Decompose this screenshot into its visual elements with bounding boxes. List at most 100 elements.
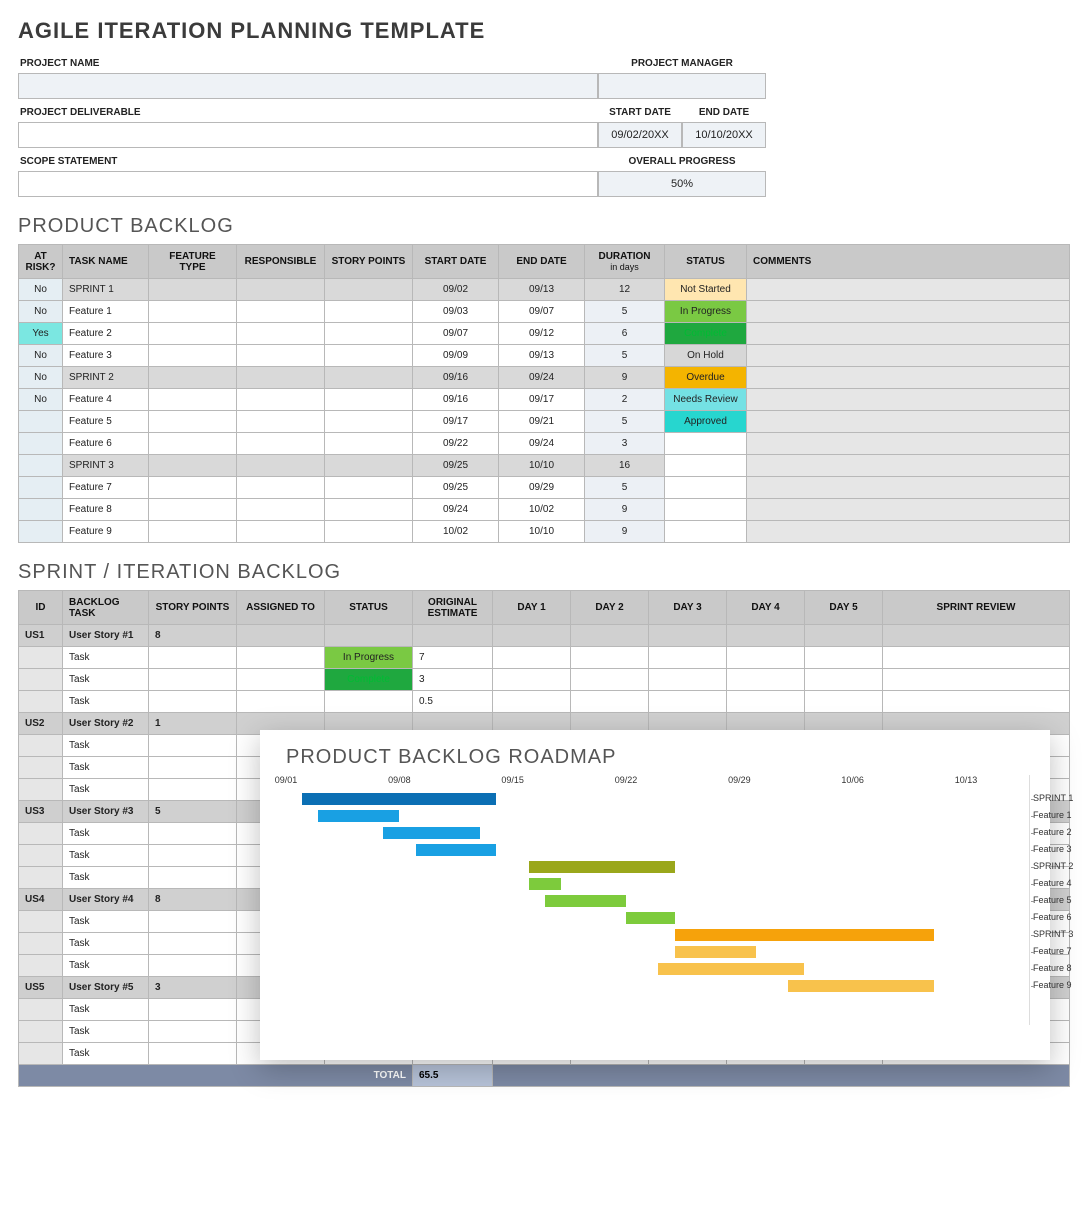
cell-responsible[interactable] <box>237 411 325 433</box>
cell-task-name[interactable]: SPRINT 1 <box>63 279 149 301</box>
cell-end-date[interactable]: 10/10 <box>499 455 585 477</box>
cell-comments[interactable] <box>747 477 1070 499</box>
cell-story-points[interactable]: 3 <box>149 977 237 999</box>
cell-story-points[interactable] <box>149 1021 237 1043</box>
cell-responsible[interactable] <box>237 367 325 389</box>
cell-backlog-task[interactable]: Task <box>63 867 149 889</box>
cell-task-name[interactable]: Feature 4 <box>63 389 149 411</box>
cell-start-date[interactable]: 09/09 <box>413 345 499 367</box>
cell-responsible[interactable] <box>237 477 325 499</box>
cell-story-points[interactable] <box>149 933 237 955</box>
cell-assigned-to[interactable] <box>237 625 325 647</box>
cell-day4[interactable] <box>727 647 805 669</box>
input-end-date[interactable]: 10/10/20XX <box>682 122 766 148</box>
cell-story-points[interactable] <box>149 669 237 691</box>
cell-story-points[interactable] <box>149 735 237 757</box>
cell-story-points[interactable] <box>149 867 237 889</box>
cell-story-points[interactable]: 8 <box>149 625 237 647</box>
cell-assigned-to[interactable] <box>237 647 325 669</box>
cell-task-name[interactable]: Feature 9 <box>63 521 149 543</box>
cell-story-points[interactable] <box>149 823 237 845</box>
cell-start-date[interactable]: 09/03 <box>413 301 499 323</box>
cell-backlog-task[interactable]: User Story #3 <box>63 801 149 823</box>
cell-backlog-task[interactable]: Task <box>63 823 149 845</box>
cell-at-risk[interactable] <box>19 499 63 521</box>
cell-end-date[interactable]: 09/24 <box>499 367 585 389</box>
cell-start-date[interactable]: 09/07 <box>413 323 499 345</box>
cell-original-estimate[interactable]: 3 <box>413 669 493 691</box>
cell-backlog-task[interactable]: Task <box>63 1021 149 1043</box>
cell-start-date[interactable]: 09/16 <box>413 389 499 411</box>
cell-at-risk[interactable] <box>19 433 63 455</box>
cell-feature-type[interactable] <box>149 345 237 367</box>
cell-end-date[interactable]: 09/13 <box>499 279 585 301</box>
cell-end-date[interactable]: 09/29 <box>499 477 585 499</box>
cell-start-date[interactable]: 09/16 <box>413 367 499 389</box>
cell-day3[interactable] <box>649 625 727 647</box>
cell-responsible[interactable] <box>237 499 325 521</box>
cell-end-date[interactable]: 09/12 <box>499 323 585 345</box>
cell-comments[interactable] <box>747 279 1070 301</box>
cell-day1[interactable] <box>493 625 571 647</box>
cell-backlog-task[interactable]: Task <box>63 1043 149 1065</box>
cell-responsible[interactable] <box>237 279 325 301</box>
cell-story-points[interactable] <box>325 345 413 367</box>
cell-task-name[interactable]: SPRINT 2 <box>63 367 149 389</box>
cell-original-estimate[interactable]: 0.5 <box>413 691 493 713</box>
cell-feature-type[interactable] <box>149 323 237 345</box>
cell-responsible[interactable] <box>237 389 325 411</box>
cell-original-estimate[interactable] <box>413 625 493 647</box>
cell-end-date[interactable]: 09/21 <box>499 411 585 433</box>
cell-day5[interactable] <box>805 625 883 647</box>
cell-sprint-review[interactable] <box>883 647 1070 669</box>
cell-day1[interactable] <box>493 669 571 691</box>
cell-story-points[interactable] <box>149 691 237 713</box>
cell-status[interactable] <box>665 433 747 455</box>
cell-day3[interactable] <box>649 691 727 713</box>
cell-story-points[interactable] <box>149 1043 237 1065</box>
cell-end-date[interactable]: 09/17 <box>499 389 585 411</box>
input-project-manager[interactable] <box>598 73 766 99</box>
cell-task-name[interactable]: Feature 1 <box>63 301 149 323</box>
cell-feature-type[interactable] <box>149 411 237 433</box>
cell-story-points[interactable]: 1 <box>149 713 237 735</box>
cell-day5[interactable] <box>805 691 883 713</box>
cell-start-date[interactable]: 09/17 <box>413 411 499 433</box>
input-project-name[interactable] <box>18 73 598 99</box>
cell-story-points[interactable] <box>149 845 237 867</box>
cell-backlog-task[interactable]: Task <box>63 647 149 669</box>
cell-responsible[interactable] <box>237 455 325 477</box>
cell-day4[interactable] <box>727 691 805 713</box>
cell-story-points[interactable]: 5 <box>149 801 237 823</box>
cell-status[interactable] <box>325 625 413 647</box>
cell-story-points[interactable] <box>325 279 413 301</box>
cell-comments[interactable] <box>747 345 1070 367</box>
cell-start-date[interactable]: 09/22 <box>413 433 499 455</box>
cell-story-points[interactable] <box>325 455 413 477</box>
cell-story-points[interactable] <box>325 521 413 543</box>
cell-at-risk[interactable]: No <box>19 279 63 301</box>
cell-start-date[interactable]: 09/24 <box>413 499 499 521</box>
cell-start-date[interactable]: 09/25 <box>413 477 499 499</box>
cell-sprint-review[interactable] <box>883 669 1070 691</box>
cell-at-risk[interactable]: No <box>19 345 63 367</box>
cell-story-points[interactable] <box>149 779 237 801</box>
cell-status[interactable]: In Progress <box>325 647 413 669</box>
cell-comments[interactable] <box>747 521 1070 543</box>
cell-status[interactable] <box>665 499 747 521</box>
cell-day3[interactable] <box>649 669 727 691</box>
cell-story-points[interactable] <box>325 433 413 455</box>
cell-story-points[interactable] <box>149 955 237 977</box>
cell-start-date[interactable]: 10/02 <box>413 521 499 543</box>
cell-at-risk[interactable]: No <box>19 301 63 323</box>
cell-story-points[interactable]: 8 <box>149 889 237 911</box>
cell-day1[interactable] <box>493 691 571 713</box>
input-start-date[interactable]: 09/02/20XX <box>598 122 682 148</box>
cell-backlog-task[interactable]: Task <box>63 691 149 713</box>
cell-story-points[interactable] <box>325 367 413 389</box>
cell-day4[interactable] <box>727 669 805 691</box>
cell-feature-type[interactable] <box>149 367 237 389</box>
cell-sprint-review[interactable] <box>883 625 1070 647</box>
cell-comments[interactable] <box>747 389 1070 411</box>
cell-comments[interactable] <box>747 367 1070 389</box>
